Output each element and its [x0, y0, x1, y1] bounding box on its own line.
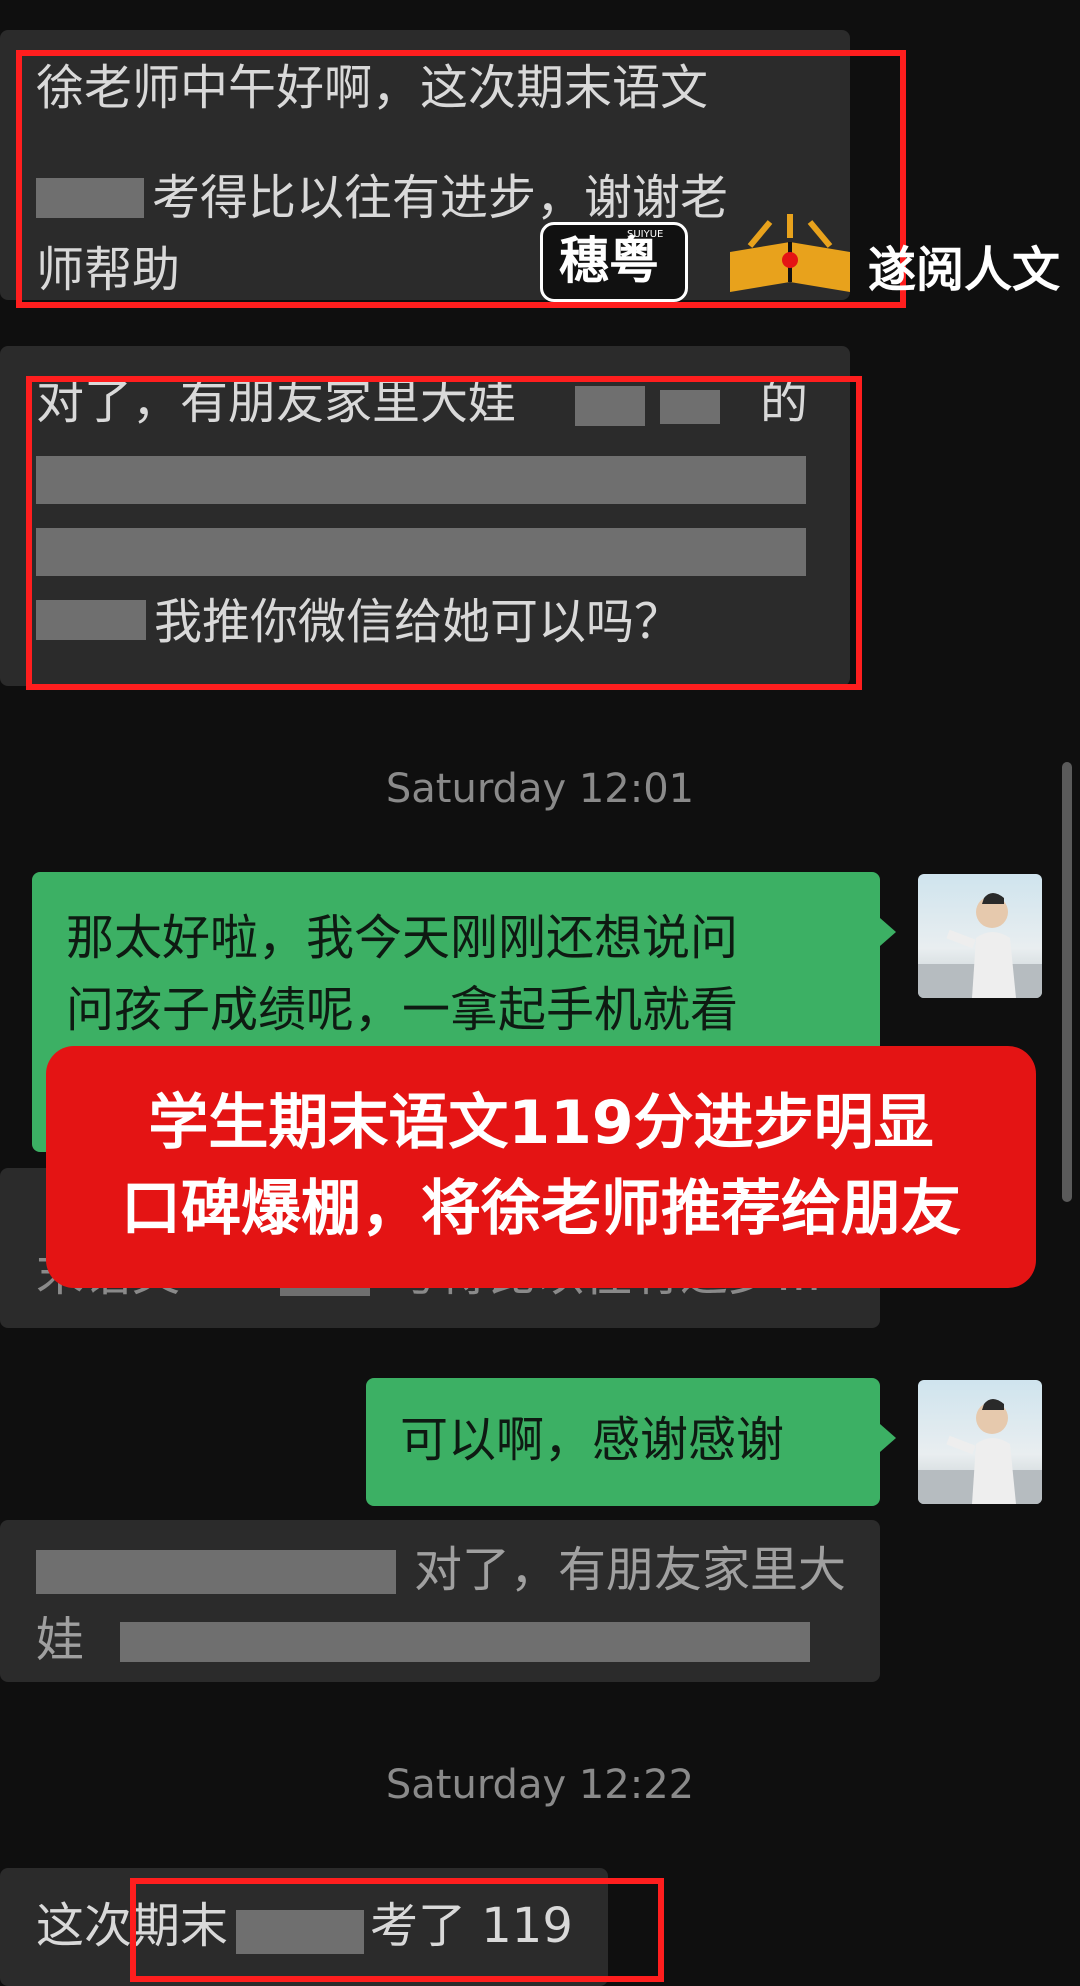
message-line: 对了，有朋友家里大: [414, 1542, 847, 1598]
message-line: 问孩子成绩呢，一拿起手机就看: [66, 982, 739, 1038]
message-text: 可以啊，感谢感谢: [400, 1412, 785, 1468]
logo-small-text: SUIYUE: [627, 229, 664, 240]
caption-line-2: 口碑爆棚，将徐老师推荐给朋友: [121, 1174, 961, 1244]
brand-text: 遂阅人文: [868, 242, 1061, 298]
caption-line-1: 学生期末语文119分进步明显: [148, 1088, 934, 1158]
scrollbar[interactable]: [1062, 762, 1072, 1202]
redacted-text: [36, 1550, 396, 1594]
avatar[interactable]: [918, 1380, 1042, 1504]
message-line: 娃: [36, 1612, 85, 1668]
person-icon: [918, 893, 1042, 998]
caption-overlay: 学生期末语文119分进步明显 口碑爆棚，将徐老师推荐给朋友: [46, 1046, 1036, 1288]
highlight-box: [130, 1878, 664, 1982]
timestamp: Saturday 12:22: [385, 1762, 695, 1808]
redacted-text: [120, 1622, 810, 1662]
highlight-box: [26, 376, 862, 690]
bubble-tail: [880, 1424, 896, 1452]
timestamp: Saturday 12:01: [385, 766, 695, 812]
incoming-message[interactable]: 对了，有朋友家里大 娃: [0, 1520, 880, 1682]
message-line: 那太好啦，我今天刚刚还想说问: [66, 910, 739, 966]
book-icon: [720, 212, 860, 302]
person-icon: [918, 1399, 1042, 1504]
logo-text: 穗粤: [559, 232, 659, 290]
avatar[interactable]: [918, 874, 1042, 998]
watermark-logo: 穗粤 SUIYUE: [540, 222, 688, 302]
bubble-tail: [880, 918, 896, 946]
outgoing-message[interactable]: 可以啊，感谢感谢: [366, 1378, 880, 1506]
